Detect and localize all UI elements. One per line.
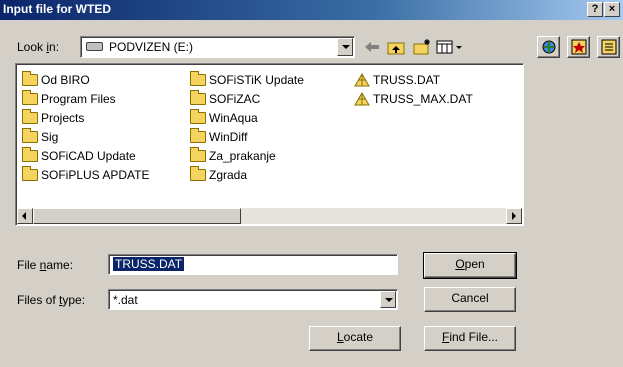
favorites-icon[interactable] bbox=[567, 36, 590, 58]
item-label: TRUSS.DAT bbox=[373, 72, 441, 87]
list-item[interactable]: SOFiZAC bbox=[186, 89, 304, 108]
locate-button[interactable]: Locate bbox=[309, 326, 401, 351]
file-column-3: TRUSS.DAT TRUSS_MAX.DAT bbox=[350, 70, 473, 108]
list-item[interactable]: Projects bbox=[18, 108, 149, 127]
files-of-type-label: Files of type: bbox=[17, 293, 86, 307]
folder-icon bbox=[190, 127, 206, 143]
list-item[interactable]: TRUSS.DAT bbox=[350, 70, 473, 89]
details-view-icon[interactable] bbox=[597, 36, 620, 58]
folder-icon bbox=[190, 146, 206, 162]
list-item[interactable]: SOFiPLUS APDATE bbox=[18, 165, 149, 184]
list-item[interactable]: WinAqua bbox=[186, 108, 304, 127]
open-button[interactable]: Open bbox=[423, 252, 517, 279]
item-label: Za_prakanje bbox=[209, 148, 276, 163]
up-folder-icon[interactable] bbox=[385, 37, 407, 57]
item-label: WinAqua bbox=[209, 110, 258, 125]
folder-icon bbox=[22, 165, 38, 181]
folder-icon bbox=[22, 146, 38, 162]
truss-file-icon bbox=[354, 72, 370, 87]
title-bar[interactable]: Input file for WTED ? × bbox=[0, 0, 623, 20]
folder-icon bbox=[190, 108, 206, 124]
item-label: Sig bbox=[41, 129, 59, 144]
item-label: SOFiSTiK Update bbox=[209, 72, 304, 87]
scroll-left-button[interactable] bbox=[17, 208, 33, 224]
file-list[interactable]: Od BIRO Program Files Projects Sig SOFiC… bbox=[15, 63, 524, 226]
list-item[interactable]: Od BIRO bbox=[18, 70, 149, 89]
item-label: Program Files bbox=[41, 91, 116, 106]
item-label: Od BIRO bbox=[41, 72, 90, 87]
file-column-2: SOFiSTiK Update SOFiZAC WinAqua WinDiff … bbox=[186, 70, 304, 184]
file-name-value: TRUSS.DAT bbox=[111, 256, 186, 272]
truss-file-icon bbox=[354, 91, 370, 106]
item-label: WinDiff bbox=[209, 129, 248, 144]
item-label: Projects bbox=[41, 110, 85, 125]
item-label: TRUSS_MAX.DAT bbox=[373, 91, 473, 106]
horizontal-scrollbar[interactable] bbox=[17, 208, 522, 224]
back-icon[interactable] bbox=[361, 37, 383, 57]
look-in-combo[interactable]: PODVIZEN (E:) bbox=[80, 36, 355, 58]
list-item[interactable]: SOFiCAD Update bbox=[18, 146, 149, 165]
scroll-thumb[interactable] bbox=[33, 208, 241, 224]
scroll-right-button[interactable] bbox=[506, 208, 522, 224]
list-item[interactable]: SOFiSTiK Update bbox=[186, 70, 304, 89]
close-button[interactable]: × bbox=[604, 2, 620, 17]
file-name-input[interactable]: TRUSS.DAT bbox=[108, 254, 398, 275]
item-label: SOFiZAC bbox=[209, 91, 261, 106]
folder-icon bbox=[190, 70, 206, 86]
new-folder-icon[interactable] bbox=[411, 37, 433, 57]
item-label: Zgrada bbox=[209, 167, 248, 182]
window-title: Input file for WTED bbox=[3, 2, 111, 16]
look-in-label: Look in: bbox=[17, 40, 60, 54]
list-item[interactable]: Sig bbox=[18, 127, 149, 146]
folder-icon bbox=[22, 89, 38, 105]
file-column-1: Od BIRO Program Files Projects Sig SOFiC… bbox=[18, 70, 149, 184]
files-of-type-combo[interactable]: *.dat bbox=[108, 289, 398, 310]
drive-icon bbox=[86, 42, 103, 51]
list-item[interactable]: Program Files bbox=[18, 89, 149, 108]
list-item[interactable]: Zgrada bbox=[186, 165, 304, 184]
network-icon[interactable] bbox=[537, 36, 560, 58]
folder-icon bbox=[190, 89, 206, 105]
folder-icon bbox=[22, 70, 38, 86]
folder-icon bbox=[22, 127, 38, 143]
look-in-value: PODVIZEN (E:) bbox=[109, 40, 194, 54]
find-file-button[interactable]: Find File... bbox=[424, 326, 516, 351]
list-item[interactable]: TRUSS_MAX.DAT bbox=[350, 89, 473, 108]
list-item[interactable]: WinDiff bbox=[186, 127, 304, 146]
files-of-type-dropdown-arrow[interactable] bbox=[380, 291, 396, 308]
cancel-button[interactable]: Cancel bbox=[424, 287, 516, 312]
folder-icon bbox=[190, 165, 206, 181]
help-button[interactable]: ? bbox=[587, 2, 603, 17]
list-item[interactable]: Za_prakanje bbox=[186, 146, 304, 165]
look-in-dropdown-arrow[interactable] bbox=[337, 38, 353, 56]
item-label: SOFiCAD Update bbox=[41, 148, 136, 163]
item-label: SOFiPLUS APDATE bbox=[41, 167, 150, 182]
files-of-type-value: *.dat bbox=[113, 293, 138, 307]
file-name-label: File name: bbox=[17, 258, 74, 272]
folder-icon bbox=[22, 108, 38, 124]
view-menu-icon[interactable] bbox=[435, 37, 465, 57]
